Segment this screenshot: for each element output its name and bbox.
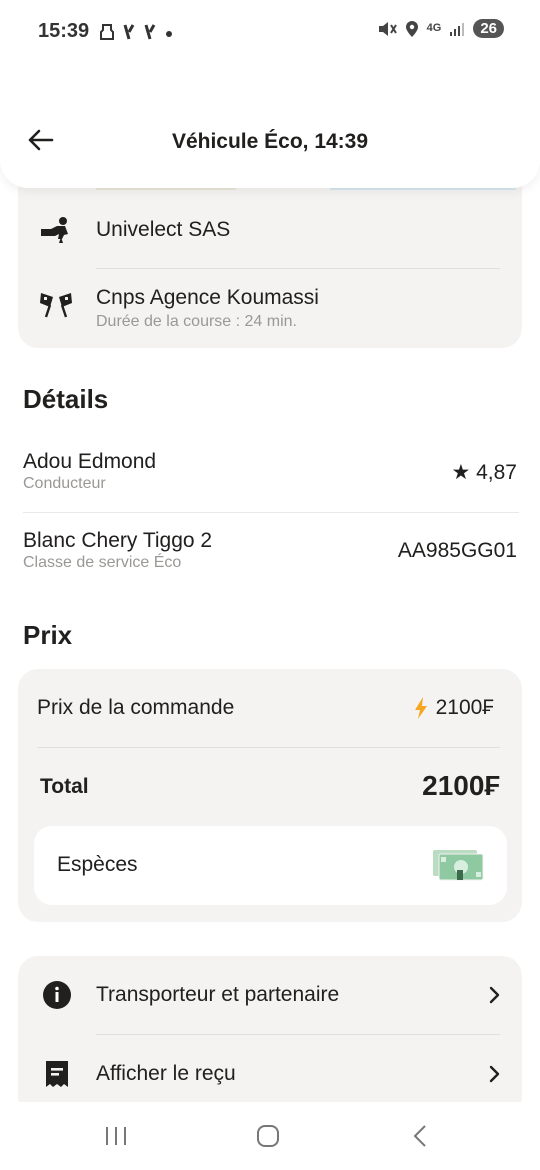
- status-time: 15:39: [38, 20, 90, 42]
- driver-name: Adou Edmond: [23, 450, 157, 473]
- driver-rating: ★ 4,87: [451, 461, 517, 484]
- home-icon: [257, 1125, 279, 1147]
- signal-icon: [450, 22, 465, 36]
- order-price: 2100₣: [414, 696, 494, 720]
- payment-method-label: Espèces: [57, 853, 138, 876]
- recent-apps-icon: [106, 1127, 126, 1145]
- recent-apps-button[interactable]: [96, 1122, 136, 1150]
- status-right: 4G 26: [377, 19, 504, 38]
- info-icon: [43, 981, 71, 1009]
- home-button[interactable]: [248, 1122, 288, 1150]
- actions-menu: Transporteur et partenaire Afficher le r…: [18, 956, 522, 1116]
- menu-item-carrier-partner[interactable]: Transporteur et partenaire: [18, 956, 522, 1035]
- carrier-y-icon: [123, 24, 135, 40]
- receipt-icon: [46, 1061, 68, 1087]
- details-heading: Détails: [23, 384, 109, 414]
- divider: [23, 512, 519, 513]
- notification-icon: [100, 24, 114, 41]
- battery-indicator: 26: [473, 19, 504, 38]
- menu-item-label: Transporteur et partenaire: [96, 983, 340, 1006]
- header: Véhicule Éco, 14:39: [0, 64, 540, 188]
- lightning-icon: [414, 697, 427, 719]
- payment-method-button[interactable]: Espèces: [34, 826, 507, 905]
- back-chevron-icon: [413, 1125, 426, 1147]
- system-nav-bar: [0, 1102, 540, 1170]
- chevron-right-icon: [489, 986, 500, 1004]
- cash-icon: [433, 850, 484, 881]
- dot-icon: [166, 31, 173, 38]
- network-4g-icon: 4G: [426, 22, 442, 34]
- location-icon: [405, 20, 418, 37]
- system-back-button[interactable]: [400, 1122, 440, 1150]
- divider: [96, 268, 500, 269]
- menu-item-label: Afficher le reçu: [96, 1062, 236, 1085]
- notification-icons: [100, 21, 173, 42]
- destination-address: Cnps Agence Koumassi: [96, 286, 319, 309]
- total-value: 2100₣: [422, 770, 500, 801]
- license-plate: AA985GG01: [397, 539, 517, 562]
- price-card: Prix de la commande 2100₣ Total 2100₣ Es…: [18, 669, 522, 922]
- mute-icon: [378, 21, 397, 36]
- page-title: Véhicule Éco, 14:39: [171, 130, 369, 153]
- ride-duration: Durée de la course : 24 min.: [96, 313, 297, 330]
- person-waving-icon: [38, 212, 74, 248]
- checkered-flags-icon: [38, 286, 74, 322]
- order-price-value: 2100₣: [435, 696, 494, 719]
- total-label: Total: [40, 775, 89, 798]
- service-class: Classe de service Éco: [23, 554, 182, 571]
- divider: [37, 747, 500, 748]
- vehicle-model: Blanc Chery Tiggo 2: [23, 529, 213, 552]
- origin-address: Univelect SAS: [96, 218, 231, 241]
- driver-role: Conducteur: [23, 475, 106, 492]
- order-price-label: Prix de la commande: [37, 696, 235, 719]
- status-bar: 15:39 4G 26: [0, 0, 540, 64]
- carrier-y-icon: [144, 24, 156, 40]
- chevron-right-icon: [489, 1065, 500, 1083]
- price-heading: Prix: [23, 620, 73, 650]
